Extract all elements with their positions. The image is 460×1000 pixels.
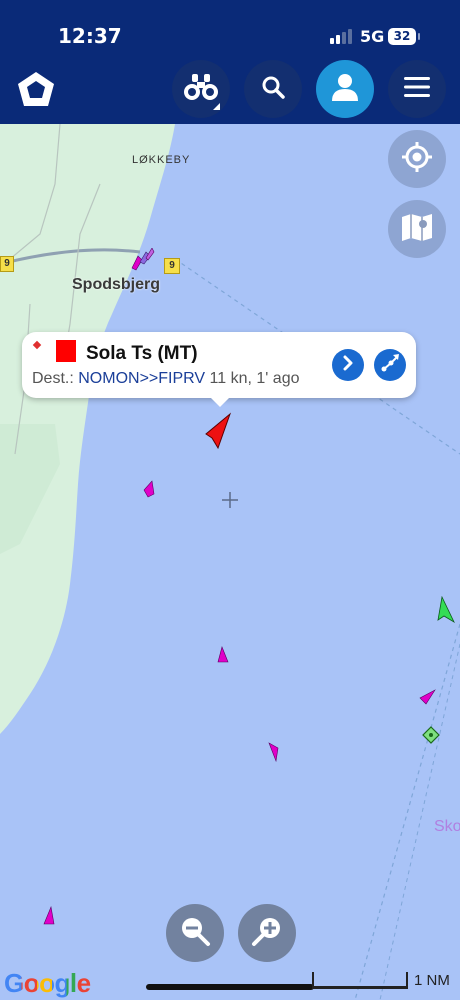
vessel-info-popup[interactable]: Sola Ts (MT) Dest.: NOMON>>FIPRV 11 kn, … — [22, 332, 416, 407]
vessel-marker-selected[interactable] — [204, 412, 234, 450]
vessel-route-button[interactable] — [374, 349, 406, 381]
menu-icon — [404, 76, 430, 103]
status-time: 12:37 — [58, 24, 122, 48]
profile-button[interactable] — [316, 60, 374, 118]
dropdown-corner-icon — [213, 103, 220, 110]
road-shield: 9 — [0, 256, 14, 272]
pentagon-logo-icon[interactable] — [16, 70, 56, 110]
place-label: LØKKEBY — [132, 154, 191, 166]
vessel-marker[interactable] — [142, 480, 156, 498]
search-icon — [260, 74, 286, 105]
vessel-name: Sola Ts (MT) — [86, 343, 198, 364]
vessel-details-button[interactable] — [332, 349, 364, 381]
network-type: 5G — [360, 27, 385, 46]
zoom-in-button[interactable] — [238, 904, 296, 962]
scale-bar — [312, 972, 408, 989]
scale-label: 1 NM — [414, 972, 450, 989]
home-indicator — [146, 984, 314, 990]
place-label: Sko — [434, 818, 460, 835]
destination-value: NOMON>>FIPRV — [78, 370, 206, 387]
google-logo: Google — [4, 968, 91, 998]
destination-label: Dest.: — [32, 370, 74, 387]
status-bar: 12:37 5G 32 — [0, 0, 460, 52]
search-button[interactable] — [244, 60, 302, 118]
menu-button[interactable] — [388, 60, 446, 118]
vessel-marker[interactable] — [266, 742, 280, 762]
locate-button[interactable] — [388, 130, 446, 188]
zoom-out-icon — [179, 915, 211, 952]
vessel-marker[interactable] — [418, 688, 436, 706]
speed-age: 11 kn, 1' ago — [209, 370, 300, 387]
place-label: Spodsbjerg — [72, 276, 161, 293]
navaid-marker[interactable] — [422, 726, 440, 744]
marker-dot-icon — [32, 340, 42, 350]
vessel-marker[interactable] — [128, 248, 156, 274]
google-attribution: Google — [4, 968, 91, 999]
battery-icon: 32 — [388, 28, 420, 45]
marine-map[interactable]: 9 9 LØKKEBY Spodsbjerg Sko — [0, 124, 460, 1000]
map-layers-icon — [401, 212, 433, 247]
vessel-marker-cargo[interactable] — [436, 596, 456, 624]
vessel-marker[interactable] — [42, 906, 56, 926]
flag-icon — [56, 340, 76, 362]
road-shield: 9 — [164, 258, 180, 274]
signal-icon — [330, 28, 352, 44]
locate-icon — [400, 140, 434, 179]
vessel-marker[interactable] — [216, 646, 230, 664]
binoculars-button[interactable] — [172, 60, 230, 118]
binoculars-icon — [183, 72, 219, 107]
map-layers-button[interactable] — [388, 200, 446, 258]
top-toolbar — [0, 52, 460, 124]
user-icon — [330, 72, 360, 107]
route-icon — [380, 353, 400, 378]
chevron-right-icon — [340, 355, 356, 376]
zoom-in-icon — [251, 915, 283, 952]
destination-line: Dest.: NOMON>>FIPRV 11 kn, 1' ago — [32, 370, 299, 388]
zoom-out-button[interactable] — [166, 904, 224, 962]
